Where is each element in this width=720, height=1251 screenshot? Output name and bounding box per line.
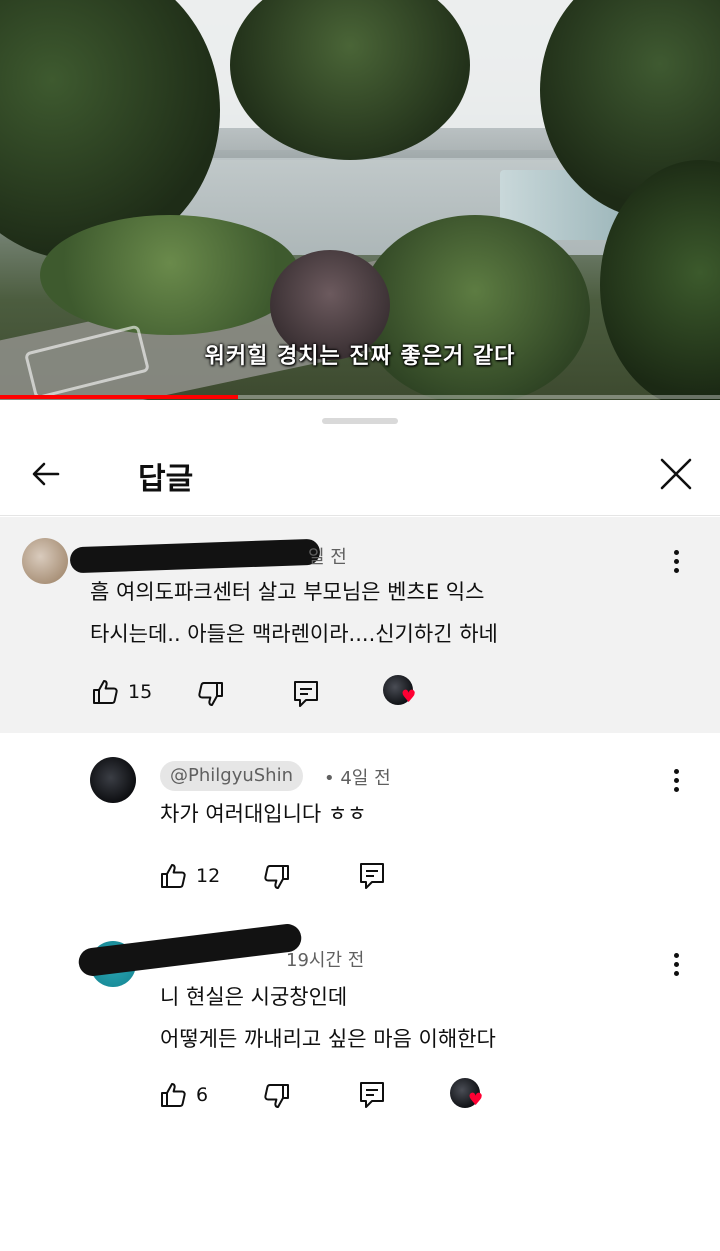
comment-text: 흠 여의도파크센터 살고 부모님은 벤츠E 익스 타시는데.. 아들은 맥라렌이…: [90, 571, 498, 655]
like-button[interactable]: 6: [158, 1080, 208, 1110]
close-button[interactable]: [650, 448, 702, 500]
dot: [673, 549, 679, 555]
drag-handle[interactable]: [322, 418, 398, 424]
dot: [673, 567, 679, 573]
comment-line: 타시는데.. 아들은 맥라렌이라....신기하긴 하네: [90, 622, 498, 646]
dot: [673, 768, 679, 774]
reply-button[interactable]: [292, 679, 320, 709]
sheet-header: 답글: [0, 430, 720, 516]
video-tree: [360, 215, 590, 400]
video-player[interactable]: 워커힐 경치는 진짜 좋은거 같다: [0, 0, 720, 400]
dislike-button[interactable]: [262, 862, 292, 892]
like-count: 12: [196, 865, 221, 887]
replies-sheet: 답글 일 전 흠 여의도파크센터 살고 부모님은 벤츠E 익스 타시는데.. 아…: [0, 400, 720, 1251]
like-button[interactable]: 12: [158, 861, 220, 891]
thumbs-up-icon: [93, 680, 118, 704]
reply-icon: [294, 681, 318, 707]
dot: [673, 777, 679, 783]
comment-text: 니 현실은 시궁창인데 어떻게든 까내리고 싶은 마음 이해한다: [160, 976, 496, 1060]
thumbs-up-icon: [161, 864, 186, 888]
like-count: 15: [128, 681, 153, 703]
author-handle[interactable]: @PhilgyuShin: [160, 761, 303, 791]
comment-line: 차가 여러대입니다 ㅎㅎ: [160, 802, 367, 826]
video-caption: 워커힐 경치는 진짜 좋은거 같다: [204, 344, 516, 369]
comment-text: 차가 여러대입니다 ㅎㅎ: [160, 793, 367, 835]
redaction-scribble: [69, 538, 321, 574]
dot: [673, 961, 679, 967]
dot: [673, 786, 679, 792]
reply-icon: [360, 863, 384, 889]
dislike-button[interactable]: [196, 679, 226, 709]
comment-time: 일 전: [308, 547, 347, 568]
comment-time: 19시간 전: [286, 950, 365, 971]
header-divider: [0, 515, 720, 516]
video-progress-bar[interactable]: [0, 395, 720, 399]
thumbs-down-icon: [264, 865, 289, 889]
comment-time: • 4일 전: [324, 768, 391, 789]
dislike-button[interactable]: [262, 1081, 292, 1111]
more-options-button[interactable]: [664, 760, 688, 800]
dot: [673, 952, 679, 958]
redaction-scribble: [77, 922, 303, 978]
dot: [673, 970, 679, 976]
creator-heart-badge: ♥: [450, 1078, 484, 1110]
reply-button[interactable]: [358, 861, 386, 891]
close-icon: [660, 458, 692, 490]
creator-heart-badge: ♥: [383, 675, 417, 707]
parent-comment: 일 전 흠 여의도파크센터 살고 부모님은 벤츠E 익스 타시는데.. 아들은 …: [0, 517, 720, 733]
more-options-button[interactable]: [664, 944, 688, 984]
more-options-button[interactable]: [664, 541, 688, 581]
thumbs-down-icon: [264, 1084, 289, 1108]
avatar[interactable]: [90, 757, 136, 803]
comment-line: 어떻게든 까내리고 싶은 마음 이해한다: [160, 1027, 496, 1051]
page-title: 답글: [138, 462, 194, 497]
avatar[interactable]: [22, 538, 68, 584]
comment-line: 니 현실은 시궁창인데: [160, 985, 348, 1009]
back-button[interactable]: [20, 448, 72, 500]
comment-line: 흠 여의도파크센터 살고 부모님은 벤츠E 익스: [90, 580, 485, 604]
heart-icon: ♥: [401, 687, 417, 707]
reply-button[interactable]: [358, 1080, 386, 1110]
thumbs-up-icon: [161, 1083, 186, 1107]
reply-icon: [360, 1082, 384, 1108]
like-button[interactable]: 15: [90, 677, 152, 707]
video-tree: [40, 215, 300, 335]
dot: [673, 558, 679, 564]
video-progress-fill: [0, 395, 238, 399]
arrow-left-icon: [32, 462, 60, 486]
like-count: 6: [196, 1084, 209, 1106]
thumbs-down-icon: [198, 682, 223, 706]
heart-icon: ♥: [468, 1090, 484, 1110]
